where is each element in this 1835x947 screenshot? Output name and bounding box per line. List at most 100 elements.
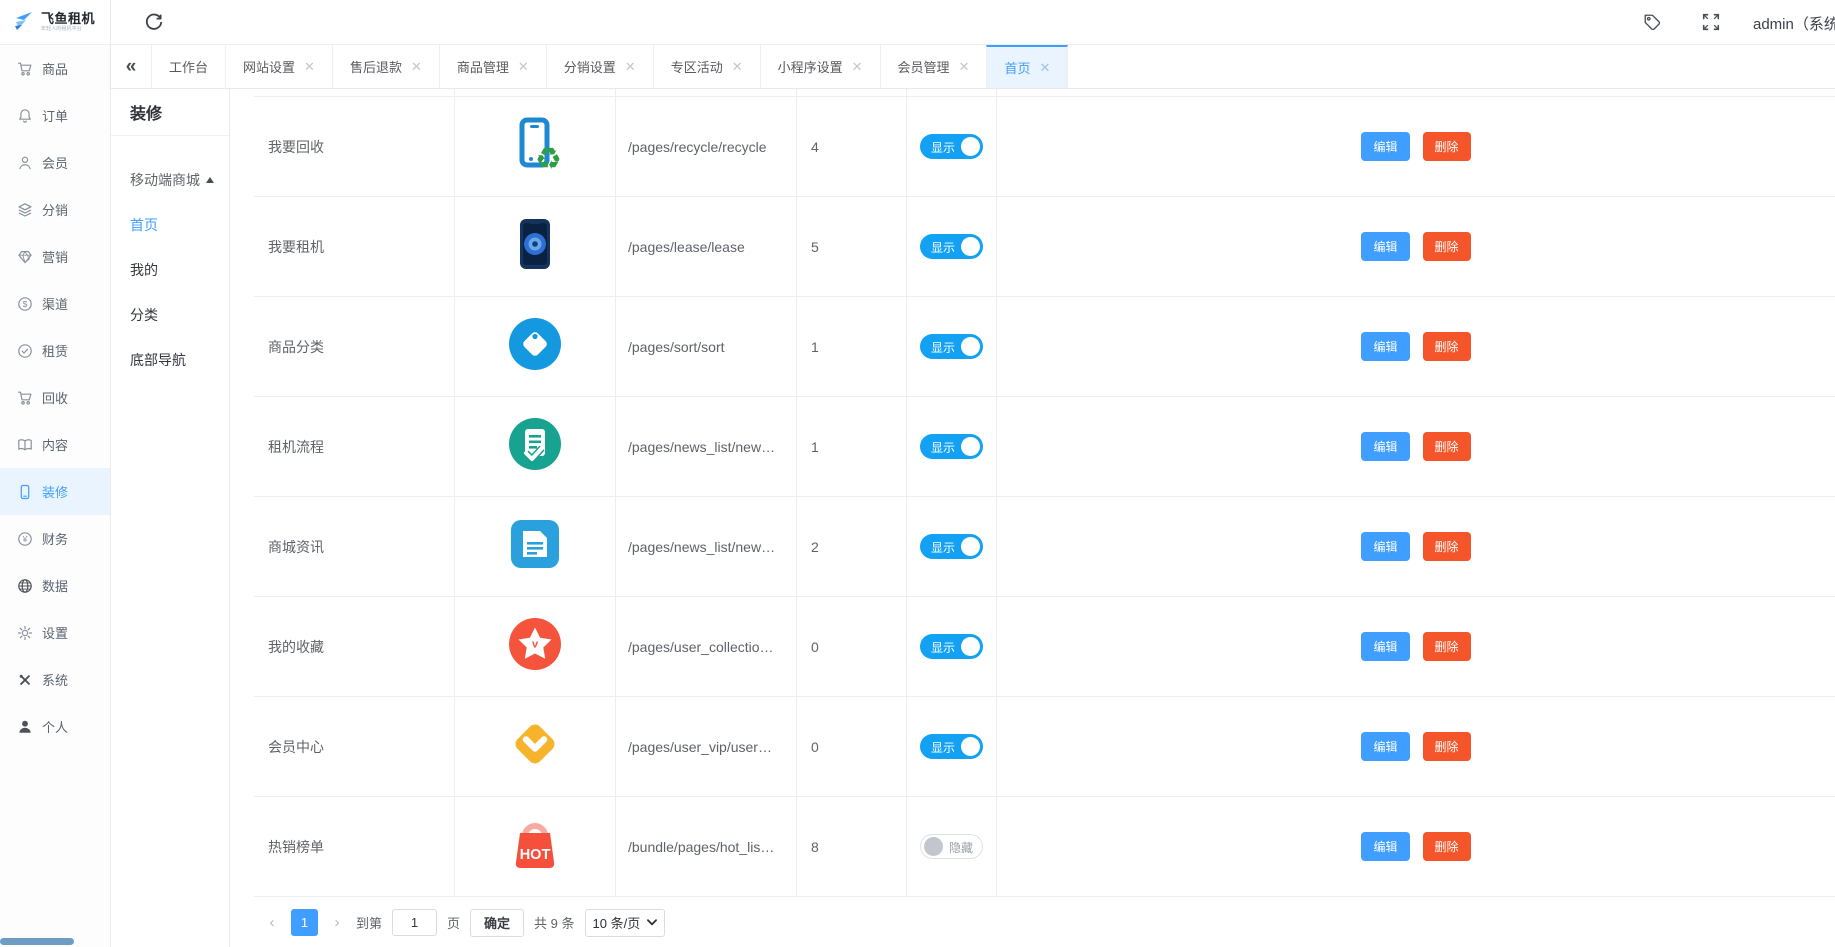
visibility-toggle[interactable]: 显示 <box>920 534 983 559</box>
sidebar-item-15[interactable]: 个人 <box>0 703 110 750</box>
table-row: 商品分类/pages/sort/sort1显示编辑删除 <box>254 297 1835 397</box>
nav-actions-cell: 编辑删除 <box>997 97 1835 196</box>
nav-switch-cell: 隐藏 <box>907 797 997 896</box>
nav-path-cell: /pages/lease/lease <box>616 197 797 296</box>
close-tab-icon[interactable]: ✕ <box>411 60 422 73</box>
delete-button[interactable]: 删除 <box>1423 832 1471 861</box>
toggle-knob <box>961 137 980 156</box>
svg-text:♻: ♻ <box>535 143 562 172</box>
panel-item-4[interactable]: 底部导航 <box>111 337 229 382</box>
tab-4[interactable]: 商品管理✕ <box>439 45 546 88</box>
doc-check-icon <box>507 416 563 477</box>
sidebar-item-7[interactable]: 租赁 <box>0 327 110 374</box>
goto-page-input[interactable] <box>392 909 437 936</box>
sidebar-item-label: 系统 <box>42 670 68 689</box>
diamond-icon <box>17 249 33 265</box>
sidebar-item-2[interactable]: 订单 <box>0 92 110 139</box>
edit-button[interactable]: 编辑 <box>1361 132 1409 161</box>
visibility-toggle[interactable]: 显示 <box>920 634 983 659</box>
nav-icon-cell <box>455 397 616 496</box>
sidebar-item-14[interactable]: 系统 <box>0 656 110 703</box>
nav-icon-cell <box>455 697 616 796</box>
collapse-tabs-icon[interactable]: « <box>111 45 151 88</box>
user-menu[interactable]: admin（系统 <box>1753 13 1835 34</box>
tab-label: 工作台 <box>169 57 208 76</box>
delete-button[interactable]: 删除 <box>1423 432 1471 461</box>
next-page-icon[interactable]: › <box>328 914 346 931</box>
panel-item-3[interactable]: 分类 <box>111 292 229 337</box>
sidebar-item-12[interactable]: 数据 <box>0 562 110 609</box>
panel-item-2[interactable]: 我的 <box>111 247 229 292</box>
sidebar-item-10[interactable]: 装修 <box>0 468 110 515</box>
tab-7[interactable]: 小程序设置✕ <box>760 45 880 88</box>
edit-button[interactable]: 编辑 <box>1361 632 1409 661</box>
sidebar-item-label: 内容 <box>42 435 68 454</box>
edit-button[interactable]: 编辑 <box>1361 532 1409 561</box>
nav-actions-cell: 编辑删除 <box>997 597 1835 696</box>
nav-icon-cell: HOT <box>455 797 616 896</box>
visibility-toggle[interactable]: 显示 <box>920 134 983 159</box>
close-tab-icon[interactable]: ✕ <box>959 60 970 73</box>
tab-6[interactable]: 专区活动✕ <box>653 45 760 88</box>
fullscreen-icon[interactable] <box>1702 13 1720 31</box>
tab-8[interactable]: 会员管理✕ <box>880 45 987 88</box>
close-tab-icon[interactable]: ✕ <box>1039 61 1050 74</box>
sidebar-item-5[interactable]: 营销 <box>0 233 110 280</box>
tab-9[interactable]: 首页✕ <box>986 45 1068 88</box>
close-tab-icon[interactable]: ✕ <box>732 60 743 73</box>
nav-switch-cell: 显示 <box>907 297 997 396</box>
panel-title: 装修 <box>111 89 229 136</box>
sidebar-item-1[interactable]: 商品 <box>0 45 110 92</box>
sidebar-item-4[interactable]: 分销 <box>0 186 110 233</box>
edit-button[interactable]: 编辑 <box>1361 332 1409 361</box>
svg-text:v: v <box>532 639 539 651</box>
refresh-icon[interactable] <box>144 12 164 32</box>
close-tab-icon[interactable]: ✕ <box>625 60 636 73</box>
delete-button[interactable]: 删除 <box>1423 632 1471 661</box>
tag-icon[interactable] <box>1643 13 1661 31</box>
decorate-panel: 装修 移动端商城 首页我的分类底部导航 <box>111 89 230 947</box>
visibility-toggle[interactable]: 隐藏 <box>920 834 983 859</box>
close-tab-icon[interactable]: ✕ <box>518 60 529 73</box>
visibility-toggle[interactable]: 显示 <box>920 734 983 759</box>
phone-recycle-icon: ♻ <box>507 116 563 177</box>
tab-3[interactable]: 售后退款✕ <box>332 45 439 88</box>
confirm-button[interactable]: 确定 <box>470 909 524 937</box>
sidebar-item-13[interactable]: 设置 <box>0 609 110 656</box>
close-tab-icon[interactable]: ✕ <box>304 60 315 73</box>
panel-item-label: 我的 <box>130 260 158 280</box>
delete-button[interactable]: 删除 <box>1423 132 1471 161</box>
page-number-button[interactable]: 1 <box>291 909 318 936</box>
sidebar-item-6[interactable]: $渠道 <box>0 280 110 327</box>
visibility-toggle[interactable]: 显示 <box>920 434 983 459</box>
nav-path-cell: /pages/news_list/new… <box>616 397 797 496</box>
horizontal-scrollbar-thumb[interactable] <box>0 938 74 945</box>
prev-page-icon[interactable]: ‹ <box>263 914 281 931</box>
main-sidebar: 飞鱼租机 年轻人的租机平台 商品订单会员分销营销$渠道租赁回收内容装修¥财务数据… <box>0 0 111 947</box>
delete-button[interactable]: 删除 <box>1423 732 1471 761</box>
edit-button[interactable]: 编辑 <box>1361 432 1409 461</box>
nav-actions-cell: 编辑删除 <box>997 397 1835 496</box>
tab-5[interactable]: 分销设置✕ <box>546 45 653 88</box>
delete-button[interactable]: 删除 <box>1423 232 1471 261</box>
close-tab-icon[interactable]: ✕ <box>852 60 863 73</box>
edit-button[interactable]: 编辑 <box>1361 232 1409 261</box>
sidebar-item-11[interactable]: ¥财务 <box>0 515 110 562</box>
sidebar-item-8[interactable]: 回收 <box>0 374 110 421</box>
visibility-toggle[interactable]: 显示 <box>920 234 983 259</box>
tab-1[interactable]: 工作台 <box>151 45 225 88</box>
delete-button[interactable]: 删除 <box>1423 532 1471 561</box>
nav-sort-cell: 5 <box>797 197 907 296</box>
nav-name-cell: 热销榜单 <box>254 797 455 896</box>
delete-button[interactable]: 删除 <box>1423 332 1471 361</box>
page-size-select[interactable]: 10 条/页 <box>585 909 666 937</box>
tab-2[interactable]: 网站设置✕ <box>225 45 332 88</box>
sidebar-item-label: 分销 <box>42 200 68 219</box>
panel-group-mobile-mall[interactable]: 移动端商城 <box>111 158 229 202</box>
edit-button[interactable]: 编辑 <box>1361 832 1409 861</box>
visibility-toggle[interactable]: 显示 <box>920 334 983 359</box>
sidebar-item-3[interactable]: 会员 <box>0 139 110 186</box>
panel-item-1[interactable]: 首页 <box>111 202 229 247</box>
sidebar-item-9[interactable]: 内容 <box>0 421 110 468</box>
edit-button[interactable]: 编辑 <box>1361 732 1409 761</box>
